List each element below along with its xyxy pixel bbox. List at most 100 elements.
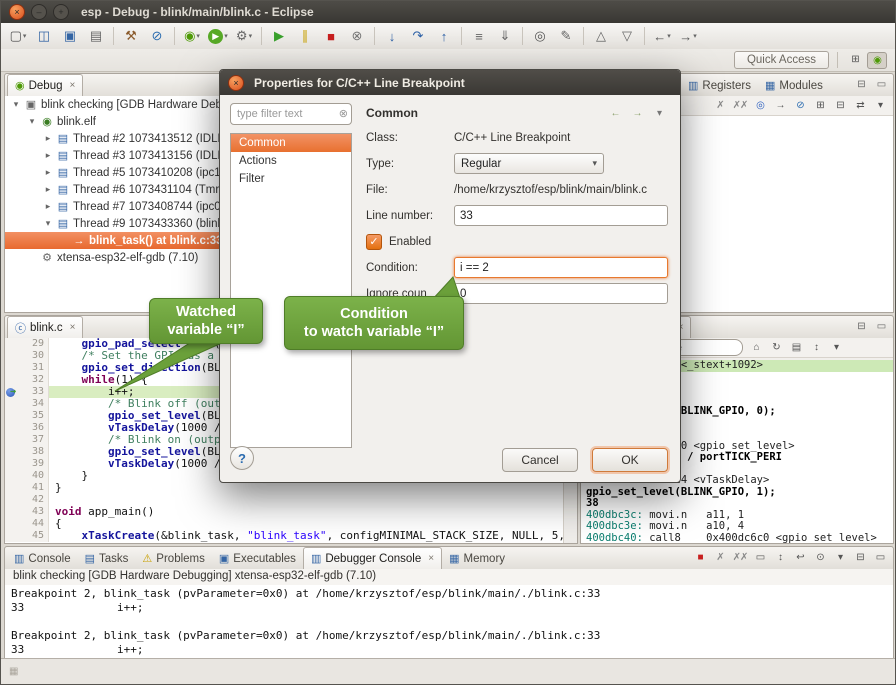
resume-icon[interactable]: ▶ (266, 25, 292, 47)
go-to-file-icon[interactable]: → (771, 98, 789, 113)
display-selected-console-icon[interactable]: ▾ (831, 550, 849, 565)
external-tools-icon[interactable]: ⚙▾ (231, 25, 257, 47)
twisty-closed-icon[interactable]: ▸ (41, 150, 55, 161)
twisty-closed-icon[interactable]: ▸ (41, 133, 55, 144)
refresh-icon[interactable]: ↻ (767, 340, 785, 355)
code-line[interactable]: 45 xTaskCreate(&blink_task, "blink_task"… (5, 530, 564, 542)
forward-icon[interactable]: → (628, 106, 646, 121)
twisty-open-icon[interactable]: ▾ (9, 99, 23, 110)
pin-console-icon[interactable]: ⊙ (811, 550, 829, 565)
skip-all-breakpoints-icon[interactable]: ⊘ (144, 25, 170, 47)
terminate-icon[interactable]: ■ (691, 550, 709, 565)
drop-to-frame-icon[interactable]: ⇓ (492, 25, 518, 47)
window-close-button[interactable]: × (9, 4, 25, 20)
minimize-icon[interactable]: ⊟ (851, 550, 869, 565)
enabled-checkbox[interactable]: ✓ (366, 234, 382, 250)
remove-all-breakpoints-icon[interactable]: ✗✗ (731, 98, 749, 113)
word-wrap-icon[interactable]: ↩ (791, 550, 809, 565)
back-icon[interactable]: ← (606, 106, 624, 121)
suspend-icon[interactable]: ∥ (292, 25, 318, 47)
new-wizard-icon[interactable]: ▢▾ (5, 25, 31, 47)
tab-console[interactable]: ▥Console (7, 548, 78, 569)
save-icon[interactable]: ◫ (31, 25, 57, 47)
code-line[interactable]: 43void app_main() (5, 506, 564, 518)
home-icon[interactable]: ⌂ (747, 340, 765, 355)
tab-memory[interactable]: ▦Memory (442, 548, 512, 569)
step-return-icon[interactable]: ↑ (431, 25, 457, 47)
link-with-debug-icon[interactable]: ⇄ (851, 98, 869, 113)
print-icon[interactable]: ▤ (83, 25, 109, 47)
step-into-icon[interactable]: ↓ (379, 25, 405, 47)
dialog-titlebar[interactable]: × Properties for C/C++ Line Breakpoint (220, 70, 680, 95)
twisty-closed-icon[interactable]: ▸ (41, 184, 55, 195)
forward-icon[interactable]: →▾ (675, 25, 701, 47)
help-button[interactable]: ? (230, 446, 254, 470)
line-number-input[interactable] (454, 205, 668, 226)
search-icon[interactable]: ◎ (527, 25, 553, 47)
tab-executables[interactable]: ▣Executables (212, 548, 303, 569)
code-line[interactable]: 41} (5, 482, 564, 494)
window-minimize-button[interactable]: – (31, 4, 47, 20)
twisty-closed-icon[interactable]: ▸ (41, 167, 55, 178)
show-source-icon[interactable]: ▤ (787, 340, 805, 355)
tab-modules[interactable]: ▦Modules (758, 75, 830, 96)
back-icon[interactable]: ←▾ (649, 25, 675, 47)
disconnect-icon[interactable]: ⊗ (344, 25, 370, 47)
tab-debug[interactable]: ◉Debug× (7, 74, 83, 96)
next-annotation-icon[interactable]: ▽ (614, 25, 640, 47)
tab-blink-c[interactable]: ⓒblink.c× (7, 316, 83, 338)
maximize-icon[interactable]: ▭ (872, 77, 890, 92)
build-icon[interactable]: ⚒ (118, 25, 144, 47)
mark-occurrences-icon[interactable]: ✎ (553, 25, 579, 47)
window-titlebar[interactable]: × – + esp - Debug - blink/main/blink.c -… (1, 1, 895, 23)
tab-problems[interactable]: ⚠Problems (135, 548, 211, 569)
code-line[interactable]: 42 (5, 494, 564, 506)
expand-all-icon[interactable]: ⊞ (811, 98, 829, 113)
maximize-icon[interactable]: ▭ (871, 550, 889, 565)
dialog-section-actions[interactable]: Actions (231, 152, 351, 170)
minimize-icon[interactable]: ⊟ (852, 319, 870, 334)
twisty-open-icon[interactable]: ▾ (25, 116, 39, 127)
clear-filter-icon[interactable]: ⊗ (339, 107, 348, 120)
dialog-section-filter[interactable]: Filter (231, 170, 351, 188)
terminate-icon[interactable]: ■ (318, 25, 344, 47)
quick-access-button[interactable]: Quick Access (734, 51, 829, 69)
step-over-icon[interactable]: ↷ (405, 25, 431, 47)
close-icon[interactable]: × (70, 80, 76, 91)
tab-tasks[interactable]: ▤Tasks (78, 548, 136, 569)
tab-registers[interactable]: ▥Registers (681, 75, 758, 96)
run-icon[interactable]: ▶▾ (205, 25, 231, 47)
last-edit-location-icon[interactable]: △ (588, 25, 614, 47)
skip-all-breakpoints-icon[interactable]: ⊘ (791, 98, 809, 113)
remove-launch-icon[interactable]: ✗ (711, 550, 729, 565)
remove-all-launches-icon[interactable]: ✗✗ (731, 550, 749, 565)
minimize-icon[interactable]: ⊟ (852, 77, 870, 92)
instruction-stepping-icon[interactable]: ≡ (466, 25, 492, 47)
close-icon[interactable]: × (70, 322, 76, 333)
sync-selection-icon[interactable]: ↕ (807, 340, 825, 355)
debug-perspective-icon[interactable]: ◉ (867, 52, 887, 69)
view-menu-icon[interactable]: ▾ (871, 98, 889, 113)
tab-debugger-console[interactable]: ▥Debugger Console× (303, 547, 442, 569)
filter-input[interactable] (230, 103, 352, 125)
save-all-icon[interactable]: ▣ (57, 25, 83, 47)
ok-button[interactable]: OK (592, 448, 668, 472)
view-menu-icon[interactable]: ▾ (827, 340, 845, 355)
window-maximize-button[interactable]: + (53, 4, 69, 20)
type-select[interactable]: Regular ▾ (454, 153, 604, 174)
condition-input[interactable] (454, 257, 668, 278)
close-icon[interactable]: × (428, 553, 434, 564)
view-menu-icon[interactable]: ▾ (650, 106, 668, 121)
code-line[interactable]: 44{ (5, 518, 564, 530)
twisty-closed-icon[interactable]: ▸ (41, 201, 55, 212)
twisty-open-icon[interactable]: ▾ (41, 218, 55, 229)
clear-console-icon[interactable]: ▭ (751, 550, 769, 565)
scroll-lock-icon[interactable]: ↕ (771, 550, 789, 565)
dialog-section-common[interactable]: Common (231, 134, 351, 152)
collapse-all-icon[interactable]: ⊟ (831, 98, 849, 113)
remove-selected-breakpoint-icon[interactable]: ✗ (711, 98, 729, 113)
dialog-close-button[interactable]: × (228, 75, 244, 91)
ignore-count-input[interactable] (454, 283, 668, 304)
show-breakpoints-supported-icon[interactable]: ◎ (751, 98, 769, 113)
cancel-button[interactable]: Cancel (502, 448, 578, 472)
